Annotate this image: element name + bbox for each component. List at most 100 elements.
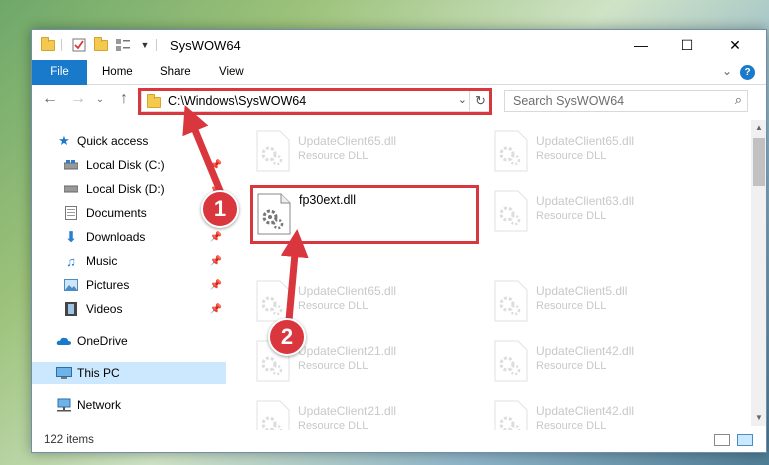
file-type: Resource DLL <box>298 150 369 162</box>
back-button[interactable]: ← <box>40 90 60 108</box>
download-icon: ⬇ <box>64 229 78 246</box>
address-highlight-box <box>138 88 492 115</box>
sidebar-item-label: Videos <box>86 302 123 316</box>
search-icon[interactable]: ⌕ <box>735 92 742 108</box>
sidebar-item-label: Local Disk (D:) <box>86 182 165 196</box>
ribbon-tabs: File Home Share View ⌄ ? <box>32 60 766 85</box>
file-name: fp30ext.dll <box>299 193 356 207</box>
file-name: UpdateClient5.dll <box>536 284 628 298</box>
sidebar-item-label: Local Disk (C:) <box>86 158 165 172</box>
pin-icon: 📌 <box>209 303 222 315</box>
minimize-button[interactable]: — <box>618 30 664 60</box>
sidebar-item-network[interactable]: Network <box>32 394 226 416</box>
file-type: Resource DLL <box>536 150 607 162</box>
tab-file[interactable]: File <box>32 60 87 85</box>
network-icon <box>56 398 72 412</box>
file-type: Resource DLL <box>298 300 369 312</box>
sidebar-item-label: Music <box>86 254 118 268</box>
sidebar-item-label: Downloads <box>86 230 146 244</box>
help-icon[interactable]: ? <box>740 65 755 80</box>
document-icon <box>63 206 79 220</box>
tab-share[interactable]: Share <box>160 60 191 85</box>
folder-icon[interactable] <box>39 36 57 54</box>
file-type: Resource DLL <box>536 360 607 372</box>
dll-file-icon <box>494 340 528 382</box>
file-type: Resource DLL <box>536 300 607 312</box>
tab-view[interactable]: View <box>219 60 244 85</box>
file-item[interactable]: UpdateClient5.dll Resource DLL <box>492 276 712 328</box>
file-name: UpdateClient42.dll <box>536 404 635 418</box>
dll-file-icon <box>494 280 528 322</box>
sidebar-item-this-pc[interactable]: This PC <box>32 362 226 384</box>
sidebar-item-documents[interactable]: Documents 📌 <box>32 202 226 224</box>
scroll-down-icon[interactable]: ▼ <box>751 410 766 426</box>
sidebar-item-label: Pictures <box>86 278 130 292</box>
dll-file-icon <box>494 130 528 172</box>
file-item[interactable]: UpdateClient65.dll Resource DLL <box>254 126 474 178</box>
drive-icon <box>63 182 79 196</box>
up-button[interactable]: ↑ <box>114 90 134 108</box>
status-bar: 122 items <box>32 430 766 452</box>
dll-file-icon <box>257 193 291 235</box>
file-item[interactable]: UpdateClient65.dll Resource DLL <box>492 126 712 178</box>
details-view-icon[interactable] <box>714 434 730 446</box>
file-item-fp30ext[interactable]: fp30ext.dll <box>255 189 475 241</box>
file-name: UpdateClient21.dll <box>298 404 397 418</box>
view-options-icon[interactable] <box>114 36 132 54</box>
large-icons-view-icon[interactable] <box>737 434 753 446</box>
divider <box>61 39 62 51</box>
item-count: 122 items <box>44 434 94 446</box>
sidebar-item-label: This PC <box>77 366 120 380</box>
highlighted-file-box: fp30ext.dll <box>250 185 479 244</box>
forward-button[interactable]: → <box>68 90 88 108</box>
cloud-icon <box>56 334 72 348</box>
sidebar-item-quick-access[interactable]: ★ Quick access <box>32 130 226 152</box>
file-item[interactable]: UpdateClient42.dll Resource DLL <box>492 336 712 388</box>
file-name: UpdateClient65.dll <box>298 134 397 148</box>
scroll-up-icon[interactable]: ▲ <box>751 120 766 136</box>
customize-qat-icon[interactable]: ▼ <box>136 36 154 54</box>
pin-icon: 📌 <box>209 255 222 267</box>
file-type: Resource DLL <box>536 210 607 222</box>
vertical-scrollbar[interactable]: ▲ ▼ <box>751 120 766 426</box>
sidebar-item-pictures[interactable]: Pictures 📌 <box>32 274 226 296</box>
window-title: SysWOW64 <box>170 38 241 53</box>
step-2-badge: 2 <box>268 318 306 356</box>
video-icon <box>63 302 79 316</box>
title-bar: ▼ SysWOW64 — ☐ ✕ <box>32 30 766 60</box>
dll-file-icon <box>256 130 290 172</box>
sidebar-item-local-disk-c[interactable]: Local Disk (C:) 📌 <box>32 154 226 176</box>
sidebar-item-label: OneDrive <box>77 334 128 348</box>
new-folder-icon[interactable] <box>92 36 110 54</box>
sidebar-item-downloads[interactable]: ⬇ Downloads 📌 <box>32 226 226 248</box>
pin-icon: 📌 <box>209 159 222 171</box>
address-row: ← → ⌄ ↑ C:\Windows\SysWOW64 ⌄ ↻ Search S… <box>32 86 766 118</box>
search-box[interactable]: Search SysWOW64 ⌕ <box>504 90 748 112</box>
sidebar-item-local-disk-d[interactable]: Local Disk (D:) 📌 <box>32 178 226 200</box>
sidebar-item-label: Quick access <box>77 134 149 148</box>
close-button[interactable]: ✕ <box>712 30 758 60</box>
scroll-thumb[interactable] <box>753 138 765 186</box>
recent-locations-button[interactable]: ⌄ <box>90 94 110 105</box>
file-name: UpdateClient42.dll <box>536 344 635 358</box>
properties-icon[interactable] <box>70 36 88 54</box>
step-1-badge: 1 <box>201 190 239 228</box>
expand-ribbon-icon[interactable]: ⌄ <box>722 64 732 78</box>
file-explorer-window: ▼ SysWOW64 — ☐ ✕ File Home Share View ⌄ … <box>31 29 767 453</box>
sidebar-item-label: Network <box>77 398 122 412</box>
sidebar-item-onedrive[interactable]: OneDrive <box>32 330 226 352</box>
search-input[interactable]: Search SysWOW64 <box>513 94 624 108</box>
pin-icon: 📌 <box>209 279 222 291</box>
tab-home[interactable]: Home <box>102 60 133 85</box>
navigation-pane: ★ Quick access Local Disk (C:) 📌 Local D… <box>32 120 226 426</box>
sidebar-item-music[interactable]: ♫ Music 📌 <box>32 250 226 272</box>
sidebar-item-videos[interactable]: Videos 📌 <box>32 298 226 320</box>
computer-icon <box>56 366 72 380</box>
maximize-button[interactable]: ☐ <box>664 30 710 60</box>
dll-file-icon <box>256 280 290 322</box>
file-name: UpdateClient65.dll <box>536 134 635 148</box>
divider <box>156 39 157 51</box>
file-list: UpdateClient65.dll Resource DLL UpdateCl… <box>226 120 756 442</box>
file-item[interactable]: UpdateClient63.dll Resource DLL <box>492 186 712 238</box>
file-name: UpdateClient65.dll <box>298 284 397 298</box>
